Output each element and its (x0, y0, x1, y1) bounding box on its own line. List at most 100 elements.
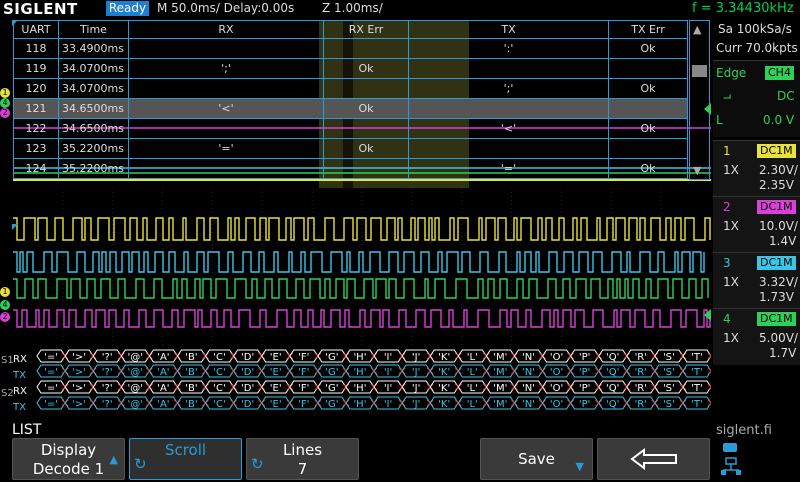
acquisition-panel[interactable]: Sa 100kSa/s Curr 70.0kpts (713, 20, 800, 60)
channel-4-zoom-marker[interactable]: 4 (0, 98, 10, 108)
scroll-softkey[interactable]: Scroll ↻ (129, 438, 242, 480)
bus-symbol: 'H' (353, 352, 366, 363)
bus-symbol: 'O' (550, 352, 563, 363)
list-row[interactable]: 123 35.2200ms '=' Ok (13, 138, 688, 159)
bus-symbol: 'O' (550, 383, 563, 394)
channel-2-scale: 10.0V/ (759, 219, 798, 233)
row-rx (128, 118, 324, 139)
bus-symbol: 'P' (579, 383, 591, 394)
trigger-level: 0.0 V (763, 113, 795, 127)
channel-2-probe: 1X (723, 219, 739, 233)
bus-symbol: '>' (72, 383, 86, 394)
row-index: 122 (13, 118, 59, 139)
channel-2-zoom-marker[interactable]: 2 (0, 108, 10, 118)
list-header-row: UART Time RX RX Err TX TX Err (13, 20, 688, 39)
row-tx (408, 58, 609, 79)
zoom-waveform-view[interactable]: '=' '>' '?' '@' 'A' 'B' 'C' 'D' 'E' 'F' 'G' 'H' 'I' '… (13, 188, 711, 420)
channel-1-number: 1 (723, 144, 731, 158)
row-rx: ';' (128, 58, 324, 79)
bus-symbol: 'R' (635, 352, 647, 363)
row-tx-err: Ok (608, 78, 688, 99)
row-index: 121 (13, 98, 59, 119)
list-row[interactable]: 122 34.6500ms '<' Ok (13, 118, 688, 139)
scrollbar-thumb[interactable] (692, 65, 707, 77)
channel-4-scale: 5.00V/ (759, 331, 798, 345)
bus-symbol: 'K' (438, 399, 450, 410)
column-header-rx: RX (128, 20, 324, 39)
bus-symbol: 'I' (384, 367, 392, 378)
timebase-readout[interactable]: M 50.0ms/ Delay:0.00s (157, 1, 294, 15)
bus-symbol: 'E' (270, 383, 282, 394)
list-row[interactable]: 118 33.4900ms ':' Ok (13, 38, 688, 59)
scroll-up-icon[interactable]: ▲ (693, 23, 701, 36)
bus-symbol: 'F' (298, 383, 309, 394)
trigger-panel[interactable]: Edge CH4 ⨼ DC L 0.0 V (713, 60, 800, 137)
list-scrollbar[interactable]: ▲ ▼ (689, 20, 710, 180)
decode-list[interactable]: UART Time RX RX Err TX TX Err 118 33.490… (13, 20, 711, 180)
bus-symbol: '?' (102, 399, 113, 410)
bus-symbol: 'R' (635, 383, 647, 394)
channel-1-probe: 1X (723, 163, 739, 177)
zoom-readout[interactable]: Z 1.00ms/ (322, 1, 383, 15)
bus-symbol: 'T' (691, 383, 703, 394)
channel-1-zoom-marker[interactable]: 1 (0, 88, 10, 98)
trigger-level-marker-top (704, 103, 711, 115)
bus-symbol: 'G' (325, 383, 338, 394)
run-status-badge[interactable]: Ready (106, 1, 149, 16)
list-row[interactable]: 119 34.0700ms ';' Ok (13, 58, 688, 79)
bus-symbol: 'J' (412, 399, 420, 410)
bus-symbol: '>' (72, 399, 86, 410)
row-tx: '<' (408, 118, 609, 139)
lines-label: Lines (282, 441, 323, 459)
bus-symbol: 'D' (241, 399, 254, 410)
row-tx-err: Ok (608, 38, 688, 59)
channel-4-marker[interactable]: 4 (0, 300, 10, 310)
row-tx-err (608, 98, 688, 119)
row-rx (128, 78, 324, 99)
save-softkey[interactable]: Save ▼ (480, 438, 593, 480)
row-tx-err: Ok (608, 158, 688, 179)
bus-symbol: 'S' (663, 383, 675, 394)
bus-symbol: 'Q' (606, 352, 619, 363)
bus-symbol: '?' (102, 367, 113, 378)
row-tx-err: Ok (608, 118, 688, 139)
sample-rate: Sa 100kSa/s (718, 22, 792, 36)
channel-2-panel[interactable]: 2 DC1M 1X 10.0V/ 1.4V (713, 196, 800, 253)
bus-2-tx-label: TX (13, 402, 26, 413)
channel-2-marker[interactable]: 2 (0, 312, 10, 322)
channel-4-offset: 1.7V (769, 346, 797, 360)
row-tx (408, 98, 609, 119)
channel-4-coupling-badge: DC1M (757, 312, 796, 326)
channel-3-panel[interactable]: 3 DC1M 1X 3.32V/ 1.73V (713, 252, 800, 309)
scroll-down-icon[interactable]: ▼ (693, 164, 701, 177)
return-icon (629, 448, 677, 470)
channel-1-marker[interactable]: 1 (0, 287, 10, 297)
knob-icon: ↻ (251, 455, 264, 473)
display-decode-softkey[interactable]: Display Decode 1 ▲ (12, 438, 125, 480)
channel-1-panel[interactable]: 1 DC1M 1X 2.30V/ 2.35V (713, 140, 800, 197)
lines-softkey[interactable]: Lines 7 ↻ (246, 438, 359, 480)
row-rx (128, 158, 324, 179)
bus-symbol: 'G' (325, 352, 338, 363)
column-header-uart: UART (13, 20, 59, 39)
row-rx: '=' (128, 138, 324, 159)
bus-symbol: 'C' (213, 383, 225, 394)
list-row[interactable]: 120 34.0700ms ';' Ok (13, 78, 688, 99)
list-row[interactable]: 124 35.2200ms '=' Ok (13, 158, 688, 179)
bus-symbol: 'M' (493, 383, 507, 394)
bus-symbol: 'L' (467, 367, 478, 378)
channel-4-number: 4 (723, 312, 731, 326)
bus-symbol: 'A' (157, 399, 169, 410)
bus-symbol: 'L' (467, 352, 478, 363)
bus-symbol: '?' (102, 352, 113, 363)
bus-symbol: 'C' (213, 352, 225, 363)
row-tx: ':' (408, 38, 609, 59)
channel-4-panel[interactable]: 4 DC1M 1X 5.00V/ 1.7V (713, 308, 800, 365)
bus-symbol: 'A' (157, 367, 169, 378)
return-softkey[interactable] (597, 438, 710, 480)
row-time: 34.6500ms (58, 118, 129, 139)
bus-symbol: '@' (128, 399, 144, 410)
row-rx-err (323, 118, 409, 139)
list-row-selected[interactable]: 121 34.6500ms '<' Ok (13, 98, 688, 119)
bus-symbol: 'C' (213, 399, 225, 410)
